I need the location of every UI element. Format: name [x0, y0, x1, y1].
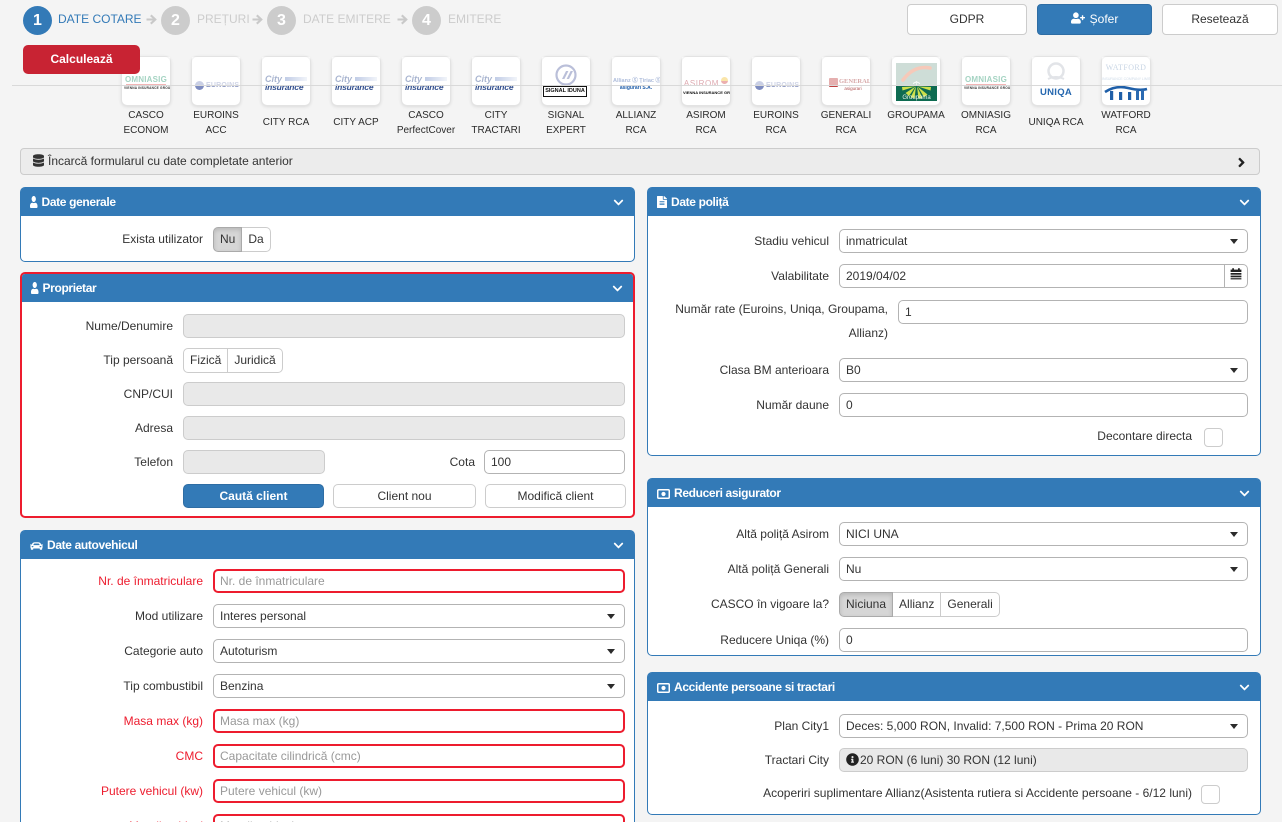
svg-text:Groupama: Groupama	[902, 95, 931, 101]
